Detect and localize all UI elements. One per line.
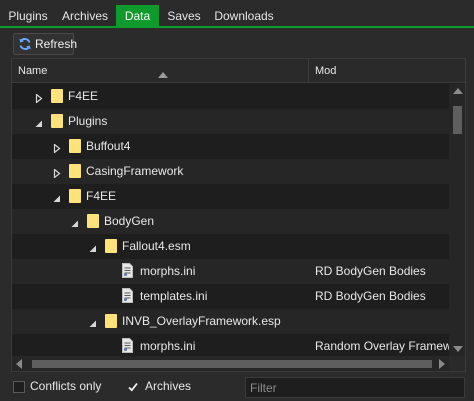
tree-item-mod: [315, 134, 449, 159]
collapsed-arrow-icon[interactable]: [53, 142, 61, 154]
tree-item-name: morphs.ini: [140, 264, 196, 278]
ini-file-icon: [122, 263, 133, 278]
archives-checkbox[interactable]: [127, 381, 139, 393]
filter-input[interactable]: [245, 377, 465, 398]
tree-folder-row[interactable]: F4EE: [12, 84, 449, 109]
expanded-arrow-icon[interactable]: [89, 317, 97, 327]
folder-icon: [105, 314, 117, 328]
tree-file-row[interactable]: morphs.ini Random Overlay Framework: [12, 334, 449, 356]
folder-icon: [105, 239, 117, 253]
footer-bar: Conflicts only Archives: [0, 375, 474, 401]
tree-folder-row[interactable]: Buffout4: [12, 134, 449, 159]
conflicts-only-label[interactable]: Conflicts only: [30, 379, 101, 393]
tree-file-row[interactable]: templates.ini RD BodyGen Bodies: [12, 284, 449, 309]
data-tree: Name Mod F4EE Plugins Buffout4 CasingFramew…: [11, 58, 466, 372]
expanded-arrow-icon[interactable]: [71, 217, 79, 227]
tab-bar: Plugins Archives Data Saves Downloads: [0, 0, 474, 28]
tab-saves[interactable]: Saves: [161, 5, 207, 27]
tree-item-mod: [315, 159, 449, 184]
scroll-up-icon[interactable]: [453, 88, 463, 94]
tab-archives[interactable]: Archives: [56, 5, 114, 27]
tree-item-mod: [315, 84, 449, 109]
scroll-down-icon[interactable]: [453, 346, 463, 352]
tree-item-mod: RD BodyGen Bodies: [315, 289, 426, 303]
expanded-arrow-icon[interactable]: [89, 242, 97, 252]
ini-file-icon: [122, 338, 133, 353]
tree-rows: F4EE Plugins Buffout4 CasingFramework F4EE Bo…: [12, 84, 449, 356]
ini-file-icon: [122, 288, 133, 303]
tab-downloads[interactable]: Downloads: [209, 5, 279, 27]
vertical-scroll-thumb[interactable]: [453, 106, 462, 134]
tree-item-mod: [315, 184, 449, 209]
tree-item-name: morphs.ini: [140, 339, 196, 353]
tree-item-mod: RD BodyGen Bodies: [315, 264, 426, 278]
tab-plugins[interactable]: Plugins: [3, 5, 53, 27]
folder-icon: [69, 139, 81, 153]
tree-file-row[interactable]: morphs.ini RD BodyGen Bodies: [12, 259, 449, 284]
tree-item-mod: [315, 234, 449, 259]
tree-item-name: templates.ini: [140, 289, 208, 303]
tree-item-name: BodyGen: [104, 214, 155, 228]
tree-item-name: F4EE: [68, 89, 99, 103]
refresh-icon: [18, 37, 32, 51]
sort-ascending-icon: [158, 72, 168, 78]
folder-icon: [69, 164, 81, 178]
folder-icon: [69, 189, 81, 203]
vertical-scrollbar[interactable]: [449, 84, 465, 356]
tab-underline: [0, 26, 474, 28]
scroll-right-icon[interactable]: [439, 359, 445, 369]
scrollbar-corner: [449, 356, 465, 371]
column-header-mod[interactable]: Mod: [309, 59, 449, 83]
tree-folder-row[interactable]: Fallout4.esm: [12, 234, 449, 259]
tab-data[interactable]: Data: [116, 5, 159, 27]
tree-folder-row[interactable]: Plugins: [12, 109, 449, 134]
horizontal-scroll-thumb[interactable]: [32, 360, 432, 368]
tree-folder-row[interactable]: BodyGen: [12, 209, 449, 234]
horizontal-scrollbar[interactable]: [12, 356, 449, 371]
tree-item-mod: Random Overlay Framework: [315, 339, 449, 353]
folder-icon: [51, 89, 63, 103]
tree-item-name: Fallout4.esm: [122, 239, 191, 253]
expanded-arrow-icon[interactable]: [35, 117, 43, 127]
tree-header: Name Mod: [12, 59, 465, 83]
scroll-left-icon[interactable]: [16, 359, 22, 369]
tree-item-mod: [315, 309, 449, 334]
collapsed-arrow-icon[interactable]: [53, 167, 61, 179]
tree-item-mod: [315, 109, 449, 134]
tree-item-name: Plugins: [68, 114, 108, 128]
folder-icon: [87, 214, 99, 228]
refresh-label: Refresh: [35, 37, 78, 51]
collapsed-arrow-icon[interactable]: [35, 92, 43, 104]
folder-icon: [51, 114, 63, 128]
tree-item-name: CasingFramework: [86, 164, 184, 178]
tree-item-name: F4EE: [86, 189, 117, 203]
tree-folder-row[interactable]: CasingFramework: [12, 159, 449, 184]
refresh-button[interactable]: Refresh: [13, 33, 78, 55]
tree-item-name: Buffout4: [86, 139, 131, 153]
conflicts-only-checkbox[interactable]: [13, 381, 25, 393]
column-header-name[interactable]: Name: [12, 59, 308, 83]
tree-item-mod: [315, 209, 449, 234]
tree-folder-row[interactable]: INVB_OverlayFramework.esp: [12, 309, 449, 334]
tree-folder-row[interactable]: F4EE: [12, 184, 449, 209]
expanded-arrow-icon[interactable]: [53, 192, 61, 202]
archives-label[interactable]: Archives: [145, 379, 191, 393]
tree-item-name: INVB_OverlayFramework.esp: [122, 314, 281, 328]
checkmark-icon: [128, 382, 138, 392]
